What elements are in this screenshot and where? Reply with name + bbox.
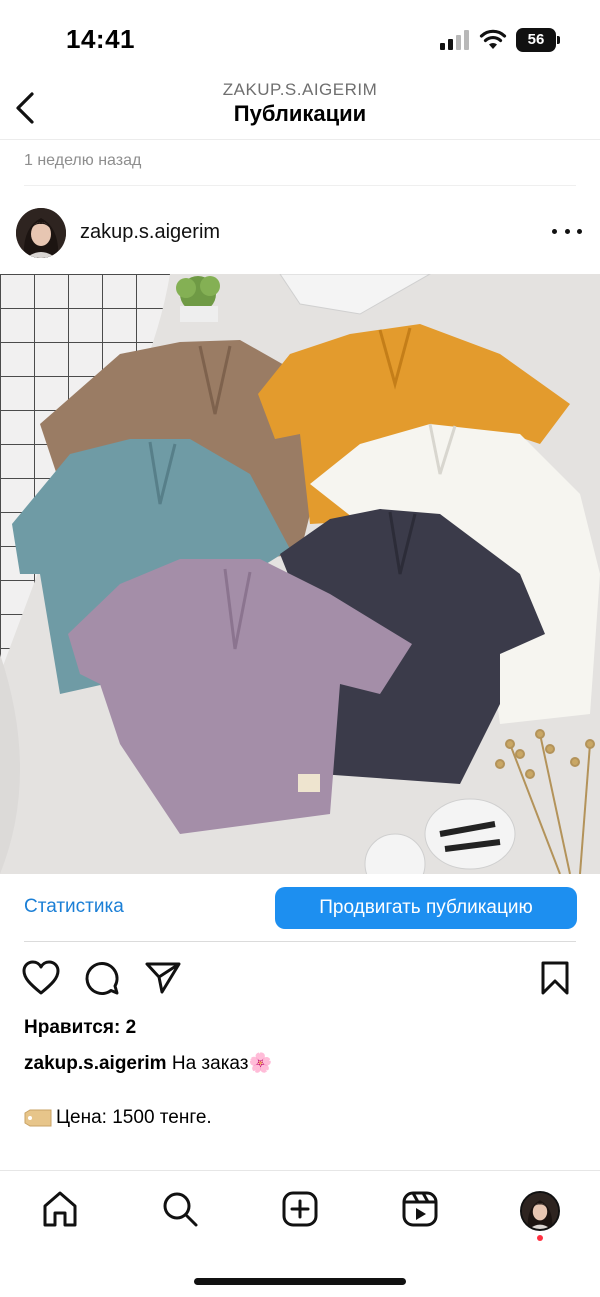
price-line: Цена: 1500 тенге. — [24, 1107, 212, 1129]
statistics-link[interactable]: Статистика — [24, 896, 124, 918]
post-caption: zakup.s.aigerim На заказ🌸 — [24, 1051, 272, 1075]
notification-dot — [537, 1235, 543, 1241]
status-time: 14:41 — [66, 24, 135, 54]
dot-icon — [564, 228, 570, 234]
likes-count[interactable]: Нравится: 2 — [24, 1017, 136, 1039]
caption-text: На заказ🌸 — [171, 1053, 273, 1074]
comment-icon[interactable] — [84, 960, 120, 996]
more-options-button[interactable] — [552, 219, 582, 243]
caption-username[interactable]: zakup.s.aigerim — [24, 1053, 167, 1074]
home-indicator[interactable] — [194, 1278, 406, 1285]
dot-icon — [552, 228, 557, 234]
share-icon[interactable] — [145, 961, 181, 995]
promote-post-button[interactable]: Продвигать публикацию — [275, 887, 577, 929]
dot-icon — [577, 228, 582, 234]
divider — [24, 941, 576, 942]
post-photo — [0, 274, 600, 874]
page-header: ZAKUP.S.AIGERIM Публикации — [0, 80, 600, 140]
divider — [24, 185, 576, 186]
home-icon[interactable] — [40, 1189, 80, 1229]
post-header: zakup.s.aigerim — [0, 205, 600, 261]
price-text: Цена: 1500 тенге. — [56, 1107, 212, 1128]
avatar[interactable] — [16, 208, 66, 258]
wifi-icon — [479, 29, 507, 49]
search-icon[interactable] — [160, 1189, 200, 1229]
header-subtitle: ZAKUP.S.AIGERIM — [222, 80, 378, 99]
status-bar: 14:41 56 — [0, 0, 600, 80]
page-title: Публикации — [233, 101, 367, 126]
battery-level: 56 — [516, 28, 556, 52]
post-image[interactable] — [0, 274, 600, 874]
bookmark-icon[interactable] — [540, 960, 570, 996]
profile-photo — [522, 1193, 558, 1229]
create-icon[interactable] — [280, 1189, 320, 1229]
heart-icon[interactable] — [22, 960, 60, 996]
reels-icon[interactable] — [400, 1189, 440, 1229]
battery-icon: 56 — [516, 28, 560, 52]
cellular-signal-icon — [440, 30, 469, 50]
post-time-ago: 1 неделю назад — [24, 152, 142, 169]
price-tag-icon — [24, 1109, 52, 1127]
profile-avatar[interactable] — [520, 1191, 560, 1231]
bottom-navigation — [0, 1170, 600, 1297]
avatar-photo — [16, 208, 66, 258]
post-username[interactable]: zakup.s.aigerim — [80, 221, 220, 244]
